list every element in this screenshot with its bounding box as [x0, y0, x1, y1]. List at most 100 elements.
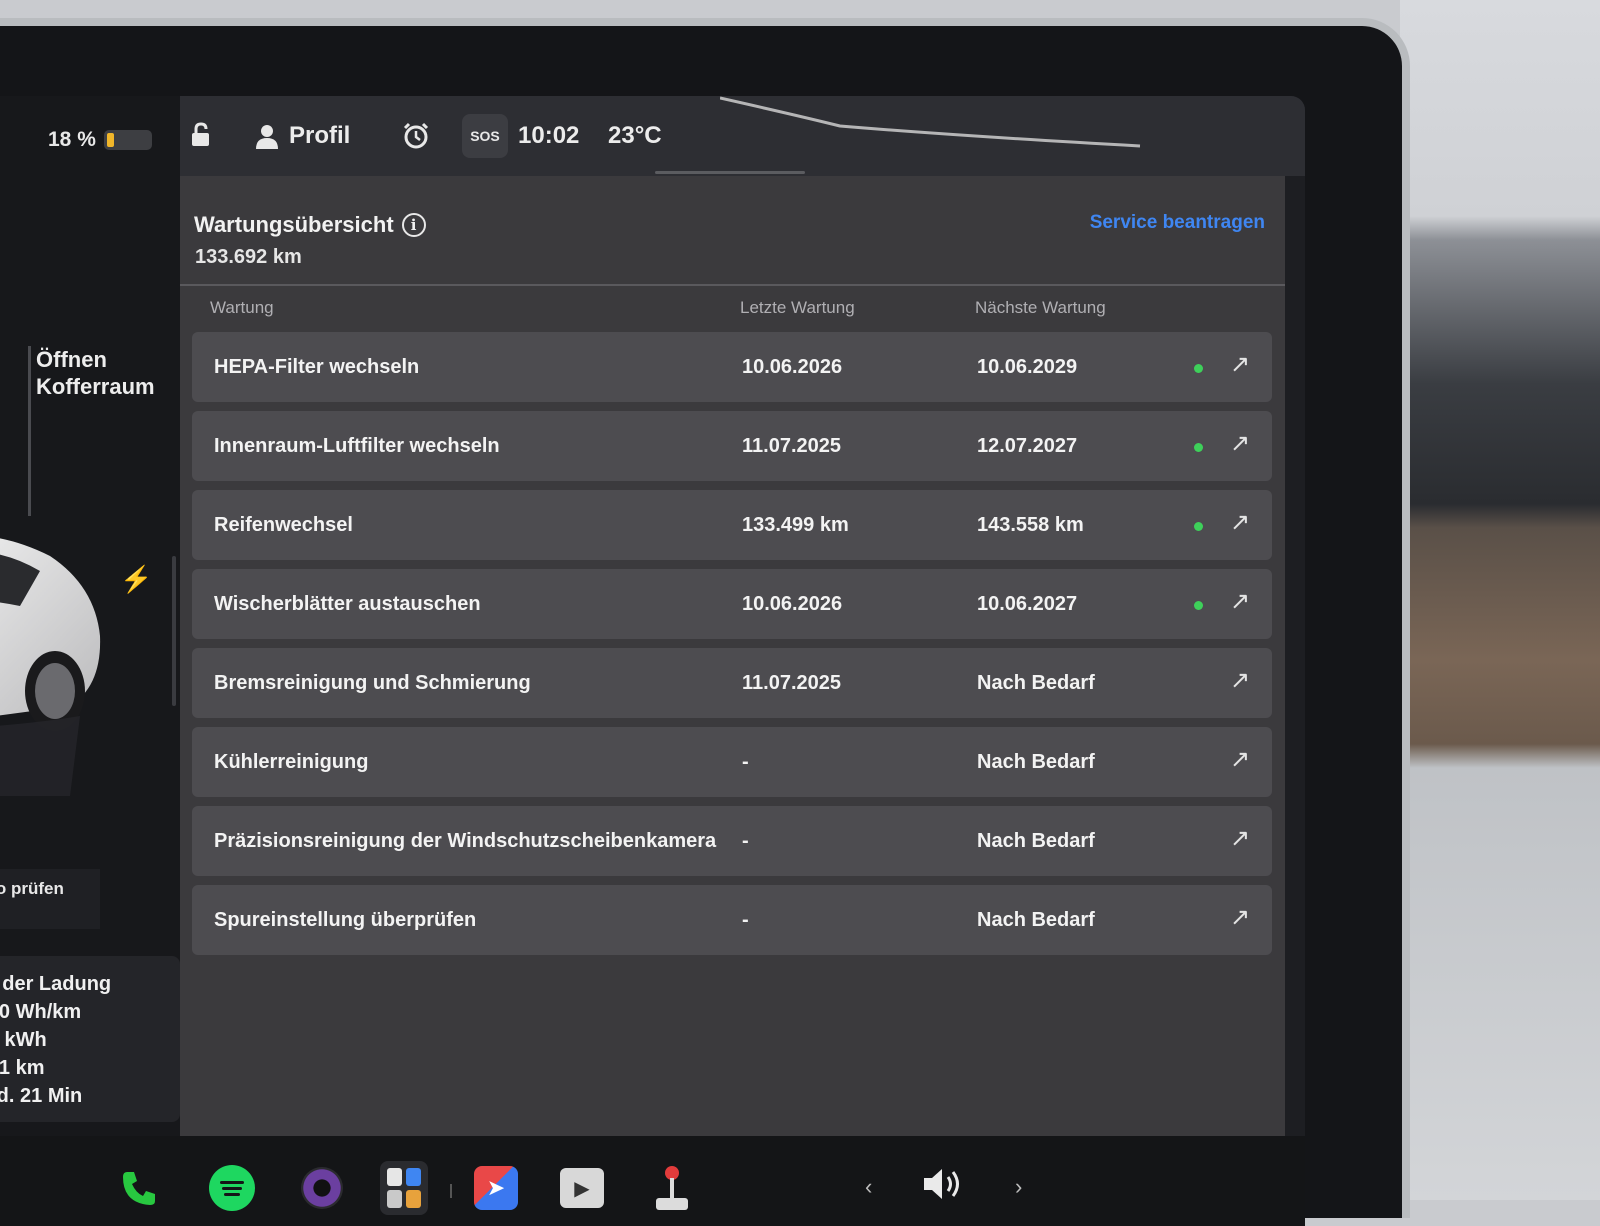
arrow-up-right-icon[interactable]: ↗: [1230, 587, 1250, 616]
charge-port-icon[interactable]: ⚡: [120, 564, 152, 595]
dock-separator: [450, 1184, 452, 1198]
status-ok-dot: [1194, 522, 1203, 531]
background-dashboard: [1400, 0, 1600, 1200]
stats-duration: 2 Std. 21 Min: [0, 1085, 83, 1107]
request-service-link[interactable]: Service beantragen: [1090, 212, 1265, 234]
status-ok-dot: [1194, 443, 1203, 452]
trunk-line: [28, 346, 31, 516]
last-service-value: -: [742, 830, 749, 852]
maintenance-row[interactable]: Kühlerreinigung - Nach Bedarf ↗: [192, 727, 1272, 797]
clock: 10:02: [518, 122, 580, 149]
maintenance-row[interactable]: Spureinstellung überprüfen - Nach Bedarf…: [192, 885, 1272, 955]
maintenance-row[interactable]: Präzisionsreinigung der Windschutzscheib…: [192, 806, 1272, 876]
touchscreen: 18 % Öffnen Kofferraum ⚡ o prüfen der La…: [0, 96, 1305, 1226]
next-service-value: Nach Bedarf: [977, 830, 1095, 852]
check-balance-button[interactable]: Saldo prüfen: [0, 869, 100, 929]
vehicle-panel: 18 % Öffnen Kofferraum ⚡ o prüfen der La…: [0, 96, 180, 1226]
volume-icon[interactable]: [920, 1166, 968, 1210]
person-icon: [256, 125, 278, 149]
maintenance-item-name: Spureinstellung überprüfen: [214, 909, 477, 931]
maintenance-list: HEPA-Filter wechseln 10.06.2026 10.06.20…: [192, 332, 1272, 964]
battery-percent: 18 %: [48, 128, 96, 151]
spotify-icon[interactable]: [208, 1164, 256, 1212]
last-service-value: 133.499 km: [742, 514, 849, 536]
arrow-up-right-icon[interactable]: ↗: [1230, 666, 1250, 695]
sos-button[interactable]: SOS: [462, 114, 508, 158]
maintenance-row[interactable]: HEPA-Filter wechseln 10.06.2026 10.06.20…: [192, 332, 1272, 402]
maintenance-item-name: Präzisionsreinigung der Windschutzscheib…: [214, 830, 717, 852]
maintenance-item-name: HEPA-Filter wechseln: [214, 356, 420, 378]
column-header-last: Letzte Wartung: [740, 298, 855, 317]
stats-title: Seit der Ladung: [0, 973, 112, 995]
last-service-value: 10.06.2026: [742, 356, 843, 378]
battery-indicator: 18 %: [48, 128, 152, 152]
next-service-value: Nach Bedarf: [977, 672, 1095, 694]
display-bezel: 18 % Öffnen Kofferraum ⚡ o prüfen der La…: [0, 18, 1410, 1226]
arrow-up-right-icon[interactable]: ↗: [1230, 903, 1250, 932]
maintenance-item-name: Kühlerreinigung: [214, 751, 369, 773]
last-service-value: 10.06.2026: [742, 593, 843, 615]
outside-temperature: 23°C: [608, 122, 662, 149]
status-ok-dot: [1194, 364, 1203, 373]
chevron-left-icon[interactable]: ‹: [865, 1174, 872, 1200]
profile-label: Profil: [289, 122, 351, 149]
column-header-maintenance: Wartung: [210, 298, 274, 317]
maintenance-item-name: Wischerblätter austauschen: [214, 593, 481, 615]
status-bar: Profil SOS 10:02 23°C: [180, 96, 1305, 176]
check-balance-label: Saldo prüfen: [0, 879, 64, 898]
battery-icon: [103, 130, 152, 150]
navigation-icon[interactable]: ➤: [472, 1164, 520, 1212]
next-service-value: 10.06.2029: [977, 356, 1078, 378]
last-service-value: -: [742, 909, 749, 931]
map-road: [720, 96, 1141, 148]
status-ok-dot: [1194, 601, 1203, 610]
phone-icon[interactable]: [115, 1164, 163, 1212]
next-service-value: 10.06.2027: [977, 593, 1078, 615]
next-service-value: 143.558 km: [977, 514, 1084, 536]
stats-energy: 38,6 kWh: [0, 1029, 47, 1051]
last-service-value: 11.07.2025: [742, 672, 841, 694]
camera-icon[interactable]: [298, 1164, 346, 1212]
maintenance-panel: Wartungsübersicht i 133.692 km Service b…: [180, 176, 1285, 1226]
next-service-value: Nach Bedarf: [977, 751, 1095, 773]
chevron-right-icon[interactable]: ›: [1015, 1174, 1022, 1200]
info-icon[interactable]: i: [401, 213, 426, 237]
status-scroll-hint: [655, 171, 805, 174]
maintenance-title: Wartungsübersicht: [194, 212, 394, 237]
trip-stats-card: Seit der Ladung 204,0 Wh/km 38,6 kWh 189…: [0, 956, 180, 1122]
maintenance-row[interactable]: Wischerblätter austauschen 10.06.2026 10…: [192, 569, 1272, 639]
open-trunk-button[interactable]: Öffnen Kofferraum: [36, 346, 155, 400]
odometer-reading: 133.692 km: [195, 246, 302, 268]
profile-button[interactable]: Profil: [255, 122, 350, 150]
maintenance-row[interactable]: Innenraum-Luftfilter wechseln 11.07.2025…: [192, 411, 1272, 481]
next-service-value: Nach Bedarf: [977, 909, 1095, 931]
arrow-up-right-icon[interactable]: ↗: [1230, 429, 1250, 458]
page-title: Wartungsübersicht i: [194, 212, 426, 238]
panel-scrollbar: [172, 556, 176, 706]
alarm-icon[interactable]: [402, 122, 430, 157]
arrow-up-right-icon[interactable]: ↗: [1230, 824, 1250, 853]
stats-distance: 189,1 km: [0, 1057, 45, 1079]
arrow-up-right-icon[interactable]: ↗: [1230, 508, 1250, 537]
car-image: [0, 538, 101, 796]
maintenance-item-name: Innenraum-Luftfilter wechseln: [214, 435, 500, 457]
last-service-value: 11.07.2025: [742, 435, 841, 457]
header-divider: [180, 284, 1285, 286]
maintenance-row[interactable]: Reifenwechsel 133.499 km 143.558 km ↗: [192, 490, 1272, 560]
lock-icon[interactable]: [188, 122, 214, 155]
app-launcher-icon[interactable]: [380, 1161, 428, 1215]
stats-consumption: 204,0 Wh/km: [0, 1001, 82, 1023]
maintenance-row[interactable]: Bremsreinigung und Schmierung 11.07.2025…: [192, 648, 1272, 718]
arrow-up-right-icon[interactable]: ↗: [1230, 350, 1250, 379]
arrow-up-right-icon[interactable]: ↗: [1230, 745, 1250, 774]
joystick-icon[interactable]: [648, 1164, 696, 1212]
trunk-label-line1: Öffnen: [36, 347, 107, 372]
theater-icon[interactable]: ▶: [558, 1164, 606, 1212]
next-service-value: 12.07.2027: [977, 435, 1078, 457]
sos-label: SOS: [470, 128, 500, 144]
app-dock: ➤ ▶ ‹ ›: [0, 1136, 1305, 1226]
trunk-label-line2: Kofferraum: [36, 374, 155, 399]
last-service-value: -: [742, 751, 749, 773]
maintenance-item-name: Reifenwechsel: [214, 514, 353, 536]
column-header-next: Nächste Wartung: [975, 298, 1106, 317]
